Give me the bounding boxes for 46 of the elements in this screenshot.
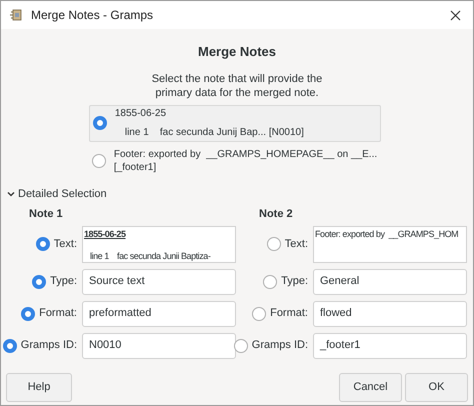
radio-button[interactable]: [263, 274, 278, 288]
description-text: Select the note that will provide the primary data for the merged note.: [152, 72, 322, 100]
dialog-heading: Merge Notes: [198, 43, 276, 61]
chevron-icon: [7, 190, 15, 198]
radio-button[interactable]: [21, 306, 36, 320]
field-label: Text:: [54, 236, 77, 252]
radio-button[interactable]: [2, 338, 17, 352]
field-label: Format:: [39, 306, 77, 322]
option-line: 1855-06-25: [114, 107, 168, 120]
option-line: Footer: exported by __GRAMPS_HOMEPAGE__ on __E...: [114, 148, 378, 160]
field-label: Gramps ID:: [252, 338, 308, 354]
entry-field[interactable]: _footer1: [313, 332, 467, 358]
radio-button[interactable]: [252, 306, 266, 320]
radio-button[interactable]: [266, 237, 281, 251]
entry-field[interactable]: N0010: [82, 332, 236, 358]
radio-button[interactable]: [32, 274, 46, 288]
note-option[interactable]: Footer: exported by __GRAMPS_HOMEPAGE__ on __E... [_footer1]: [88, 148, 382, 174]
note-heading: Note 1: [29, 207, 64, 222]
close-icon[interactable]: [450, 10, 461, 20]
field-label: Text:: [284, 236, 308, 252]
note-option[interactable]: 1855-06-25 line 1 fac secunda Junij Bap... [N0010]: [88, 104, 382, 142]
text-area[interactable]: Footer: exported by __GRAMPS_HOM: [313, 226, 467, 262]
dialog-button[interactable]: Cancel: [339, 373, 402, 402]
radio-button[interactable]: [92, 116, 107, 130]
entry-field[interactable]: preformatted: [82, 300, 236, 326]
radio-button[interactable]: [36, 237, 50, 251]
note-heading: Note 2: [259, 207, 294, 222]
dialog-button[interactable]: OK: [405, 373, 468, 402]
entry-field[interactable]: General: [313, 268, 467, 294]
field-label: Type:: [50, 274, 77, 290]
field-label: Gramps ID:: [20, 338, 77, 354]
option-line: [_footer1]: [114, 160, 158, 174]
option-line: line 1 fac secunda Junij Bap... [N0010]: [124, 126, 304, 139]
text-line: Footer: exported by __GRAMPS_HOM: [315, 228, 460, 240]
help-button[interactable]: Help: [6, 373, 72, 402]
entry-field[interactable]: Source text: [82, 268, 236, 294]
text-area[interactable]: 1855-06-25 line 1 fac secunda Junii Baptiza-: [82, 226, 236, 262]
field-label: Type:: [281, 274, 308, 290]
app-icon: [9, 8, 23, 22]
detailed-selection-expander[interactable]: Detailed Selection: [7, 186, 107, 202]
field-label: Format:: [270, 306, 308, 322]
text-line: 1855-06-25: [84, 228, 127, 240]
entry-field[interactable]: flowed: [313, 300, 467, 326]
window-title: Merge Notes - Gramps: [31, 7, 154, 24]
radio-button[interactable]: [92, 154, 106, 168]
text-line: line 1 fac secunda Junii Baptiza-: [89, 250, 212, 262]
